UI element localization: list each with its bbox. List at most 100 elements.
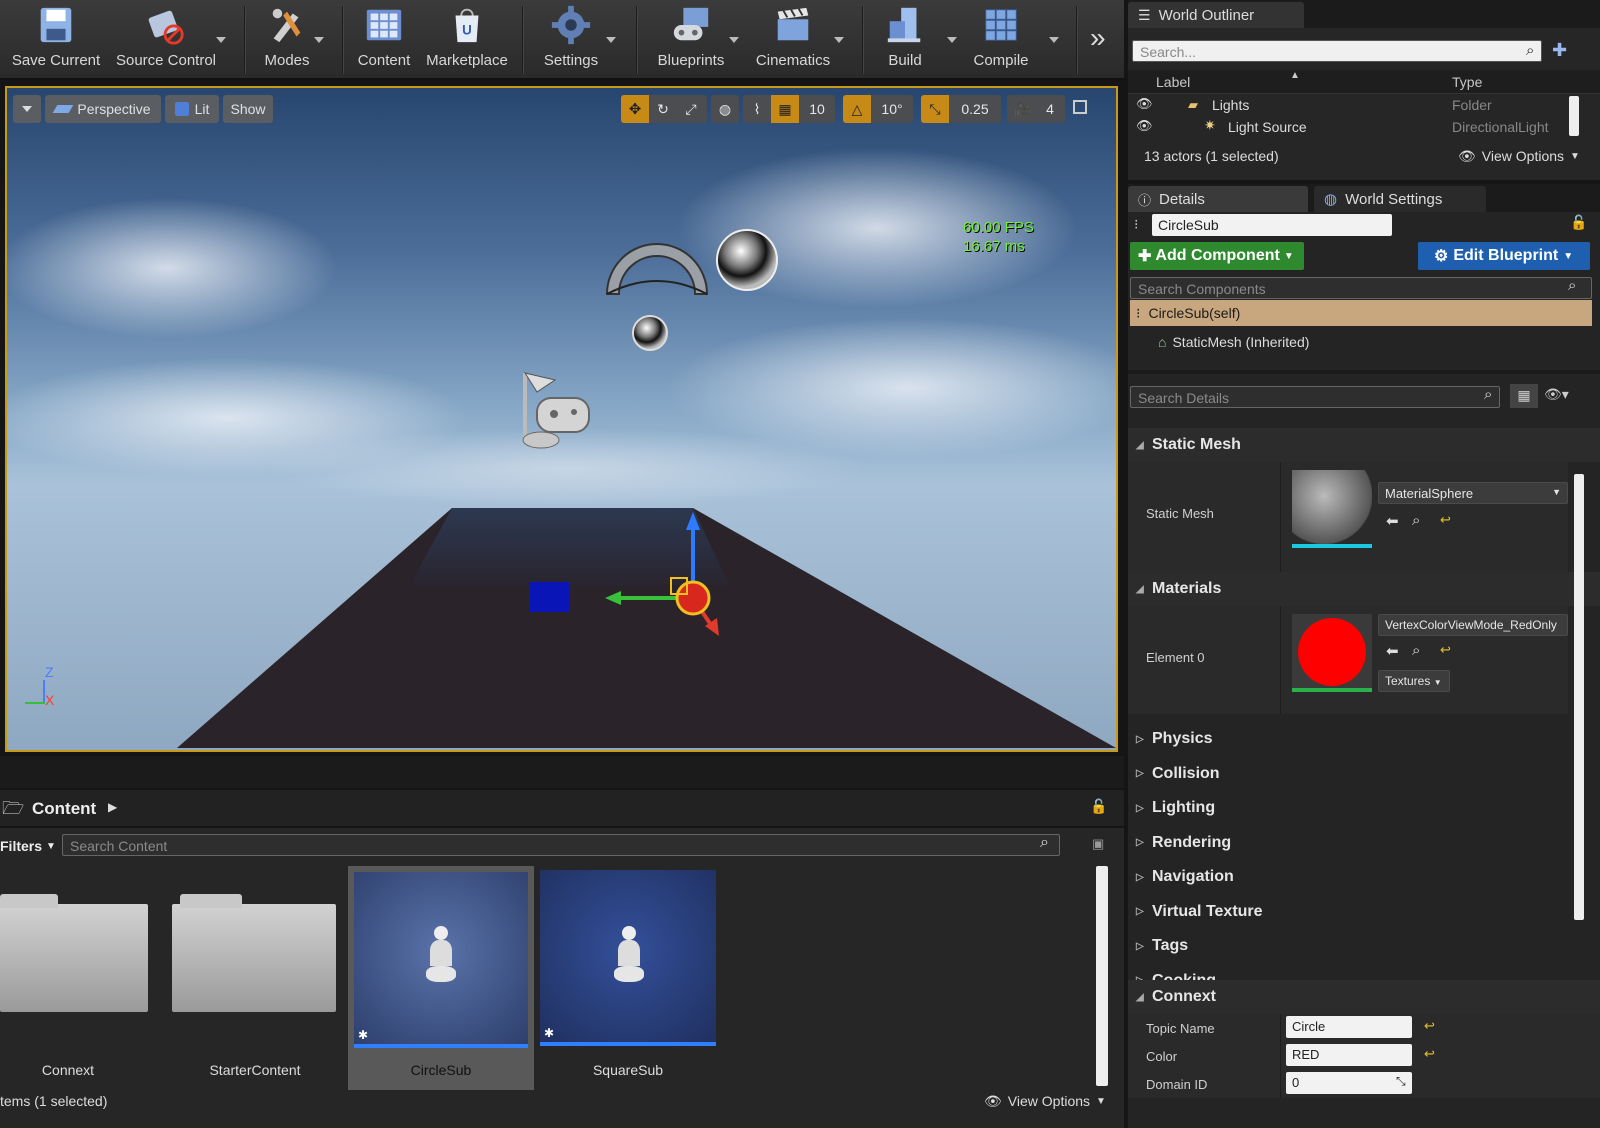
browse-search-icon[interactable]: ⌕ bbox=[1412, 512, 1420, 529]
reset-to-default-icon[interactable]: ↩ bbox=[1424, 1018, 1435, 1034]
category-rendering[interactable]: ▷ Rendering bbox=[1128, 826, 1600, 860]
world-local-toggle[interactable]: ◍ bbox=[711, 95, 739, 123]
blueprints-dropdown-caret[interactable] bbox=[729, 37, 739, 43]
search-components-input[interactable]: Search Components bbox=[1130, 277, 1592, 299]
asset-tile-folder[interactable]: StarterContent bbox=[172, 866, 338, 1090]
asset-tile-folder[interactable]: Connext bbox=[0, 866, 150, 1090]
grid-snap-icon[interactable]: ▦ bbox=[771, 95, 799, 123]
settings-dropdown-caret[interactable] bbox=[606, 37, 616, 43]
outliner-scrollbar[interactable] bbox=[1569, 96, 1579, 136]
surface-snap-icon[interactable]: ⌇ bbox=[743, 101, 771, 118]
category-materials[interactable]: ◢ Materials bbox=[1128, 572, 1600, 606]
category-navigation[interactable]: ▷ Navigation bbox=[1128, 860, 1600, 894]
use-selected-arrow-icon[interactable]: ⬅ bbox=[1386, 642, 1399, 660]
lock-icon[interactable]: 🔓 bbox=[1090, 798, 1107, 815]
category-virtual-texture[interactable]: ▷ Virtual Texture bbox=[1128, 895, 1600, 929]
category-connext[interactable]: ◢ Connext bbox=[1128, 980, 1600, 1014]
translate-icon[interactable]: ✥ bbox=[621, 95, 649, 123]
visibility-filter-icon[interactable]: 👁▾ bbox=[1544, 386, 1569, 403]
add-folder-icon[interactable]: ✚ bbox=[1552, 40, 1567, 61]
browse-search-icon[interactable]: ⌕ bbox=[1412, 642, 1420, 659]
use-selected-arrow-icon[interactable]: ⬅ bbox=[1386, 512, 1399, 530]
rotation-snap-value[interactable]: 10° bbox=[871, 101, 913, 117]
source-control-dropdown-caret[interactable] bbox=[216, 37, 226, 43]
maximize-viewport-icon[interactable] bbox=[1073, 100, 1087, 114]
splitter[interactable] bbox=[1128, 370, 1600, 374]
show-button[interactable]: Show bbox=[223, 95, 273, 123]
content-scrollbar[interactable] bbox=[1096, 866, 1108, 1086]
drag-spinner-icon[interactable]: ⤡ bbox=[1396, 1074, 1406, 1089]
source-control-icon bbox=[148, 10, 184, 45]
property-matrix-icon[interactable]: ▦ bbox=[1510, 384, 1538, 408]
outliner-row[interactable]: 👁 ✷ Light Source DirectionalLight bbox=[1128, 117, 1572, 137]
component-row-staticmesh[interactable]: ⌂ StaticMesh (Inherited) bbox=[1158, 334, 1309, 350]
outliner-row[interactable]: 👁 ▰ Lights Folder bbox=[1128, 95, 1572, 115]
material-thumbnail[interactable] bbox=[1292, 614, 1372, 692]
filters-button[interactable]: Filters ▼ bbox=[0, 838, 56, 854]
content-view-options[interactable]: 👁 View Options ▼ bbox=[984, 1093, 1106, 1110]
cinematics-button[interactable]: Cinematics bbox=[752, 4, 834, 76]
eye-icon[interactable]: 👁 bbox=[1136, 96, 1153, 112]
category-lighting[interactable]: ▷ Lighting bbox=[1128, 791, 1600, 825]
save-current-button[interactable]: Save Current bbox=[8, 4, 104, 76]
column-type[interactable]: Type bbox=[1452, 74, 1482, 90]
category-static-mesh[interactable]: ◢ Static Mesh bbox=[1128, 428, 1600, 462]
content-button[interactable]: Content bbox=[354, 4, 414, 76]
scale-snap-value[interactable]: 0.25 bbox=[949, 101, 1001, 117]
lock-icon[interactable]: 🔓 bbox=[1570, 214, 1587, 231]
eye-icon[interactable]: 👁 bbox=[1136, 118, 1153, 134]
asset-tile-squaresub[interactable]: ✱ SquareSub bbox=[540, 866, 716, 1090]
camera-speed-group[interactable]: 🎥 4 bbox=[1007, 95, 1065, 123]
reset-to-default-icon[interactable]: ↩ bbox=[1440, 642, 1451, 658]
level-viewport[interactable]: Perspective Lit Show ✥ ↻ ⤢ ◍ ⌇ ▦ 10 △ 10… bbox=[5, 86, 1118, 752]
modes-dropdown-caret[interactable] bbox=[314, 37, 324, 43]
asset-tile-circlesub[interactable]: ✱ CircleSub bbox=[348, 866, 534, 1090]
edit-blueprint-button[interactable]: ⚙ Edit Blueprint ▼ bbox=[1418, 242, 1590, 270]
category-tags[interactable]: ▷ Tags bbox=[1128, 929, 1600, 963]
tab-world-outliner[interactable]: ☰ World Outliner bbox=[1128, 2, 1304, 28]
static-mesh-combo[interactable]: MaterialSphere ▼ bbox=[1378, 482, 1568, 504]
source-control-button[interactable]: Source Control bbox=[112, 4, 220, 76]
settings-button[interactable]: Settings bbox=[536, 4, 606, 76]
material-combo[interactable]: VertexColorViewMode_RedOnly bbox=[1378, 614, 1568, 636]
reset-to-default-icon[interactable]: ↩ bbox=[1424, 1046, 1435, 1062]
search-details-input[interactable]: Search Details bbox=[1130, 386, 1500, 408]
marketplace-button[interactable]: U Marketplace bbox=[424, 4, 510, 76]
topic-name-field[interactable]: Circle bbox=[1286, 1016, 1412, 1038]
rotation-snap-icon[interactable]: △ bbox=[843, 95, 871, 123]
actor-name-field[interactable]: CircleSub bbox=[1152, 214, 1392, 236]
build-button[interactable]: Build bbox=[876, 4, 934, 76]
perspective-button[interactable]: Perspective bbox=[45, 95, 161, 123]
reset-to-default-icon[interactable]: ↩ bbox=[1440, 512, 1451, 528]
tab-details[interactable]: ⓘ Details bbox=[1128, 186, 1308, 212]
build-dropdown-caret[interactable] bbox=[947, 37, 957, 43]
scale-icon[interactable]: ⤢ bbox=[677, 101, 705, 118]
path-arrow-icon[interactable]: ▶ bbox=[108, 800, 117, 814]
domain-id-field[interactable]: 0 bbox=[1286, 1072, 1412, 1094]
compile-dropdown-caret[interactable] bbox=[1049, 37, 1059, 43]
rotate-icon[interactable]: ↻ bbox=[649, 101, 677, 118]
content-path-root[interactable]: Content bbox=[32, 799, 96, 819]
add-component-button[interactable]: ✚ Add Component ▼ bbox=[1130, 242, 1304, 270]
static-mesh-thumbnail[interactable] bbox=[1292, 470, 1372, 548]
category-collision[interactable]: ▷ Collision bbox=[1128, 757, 1600, 791]
grid-snap-value[interactable]: 10 bbox=[799, 101, 835, 117]
blueprints-button[interactable]: Blueprints bbox=[650, 4, 732, 76]
viewport-options-button[interactable] bbox=[13, 95, 41, 123]
component-row-self[interactable]: ⁝ CircleSub(self) bbox=[1130, 300, 1592, 326]
scale-snap-icon[interactable]: ⤡ bbox=[921, 95, 949, 123]
compile-button[interactable]: Compile bbox=[970, 4, 1032, 76]
column-label[interactable]: Label bbox=[1156, 74, 1190, 90]
outliner-search-input[interactable]: Search... bbox=[1132, 40, 1542, 62]
category-physics[interactable]: ▷ Physics bbox=[1128, 722, 1600, 756]
outliner-view-options[interactable]: 👁 View Options ▼ bbox=[1458, 148, 1580, 165]
color-field[interactable]: RED bbox=[1286, 1044, 1412, 1066]
save-search-icon[interactable]: ▣ bbox=[1092, 836, 1104, 852]
textures-dropdown[interactable]: Textures ▼ bbox=[1378, 670, 1450, 692]
cinematics-dropdown-caret[interactable] bbox=[834, 37, 844, 43]
search-content-input[interactable]: Search Content bbox=[62, 834, 1060, 856]
tab-world-settings[interactable]: ◍ World Settings bbox=[1314, 186, 1486, 212]
modes-button[interactable]: Modes bbox=[256, 4, 318, 76]
toolbar-overflow-icon[interactable]: » bbox=[1090, 22, 1106, 54]
lit-button[interactable]: Lit bbox=[165, 95, 219, 123]
